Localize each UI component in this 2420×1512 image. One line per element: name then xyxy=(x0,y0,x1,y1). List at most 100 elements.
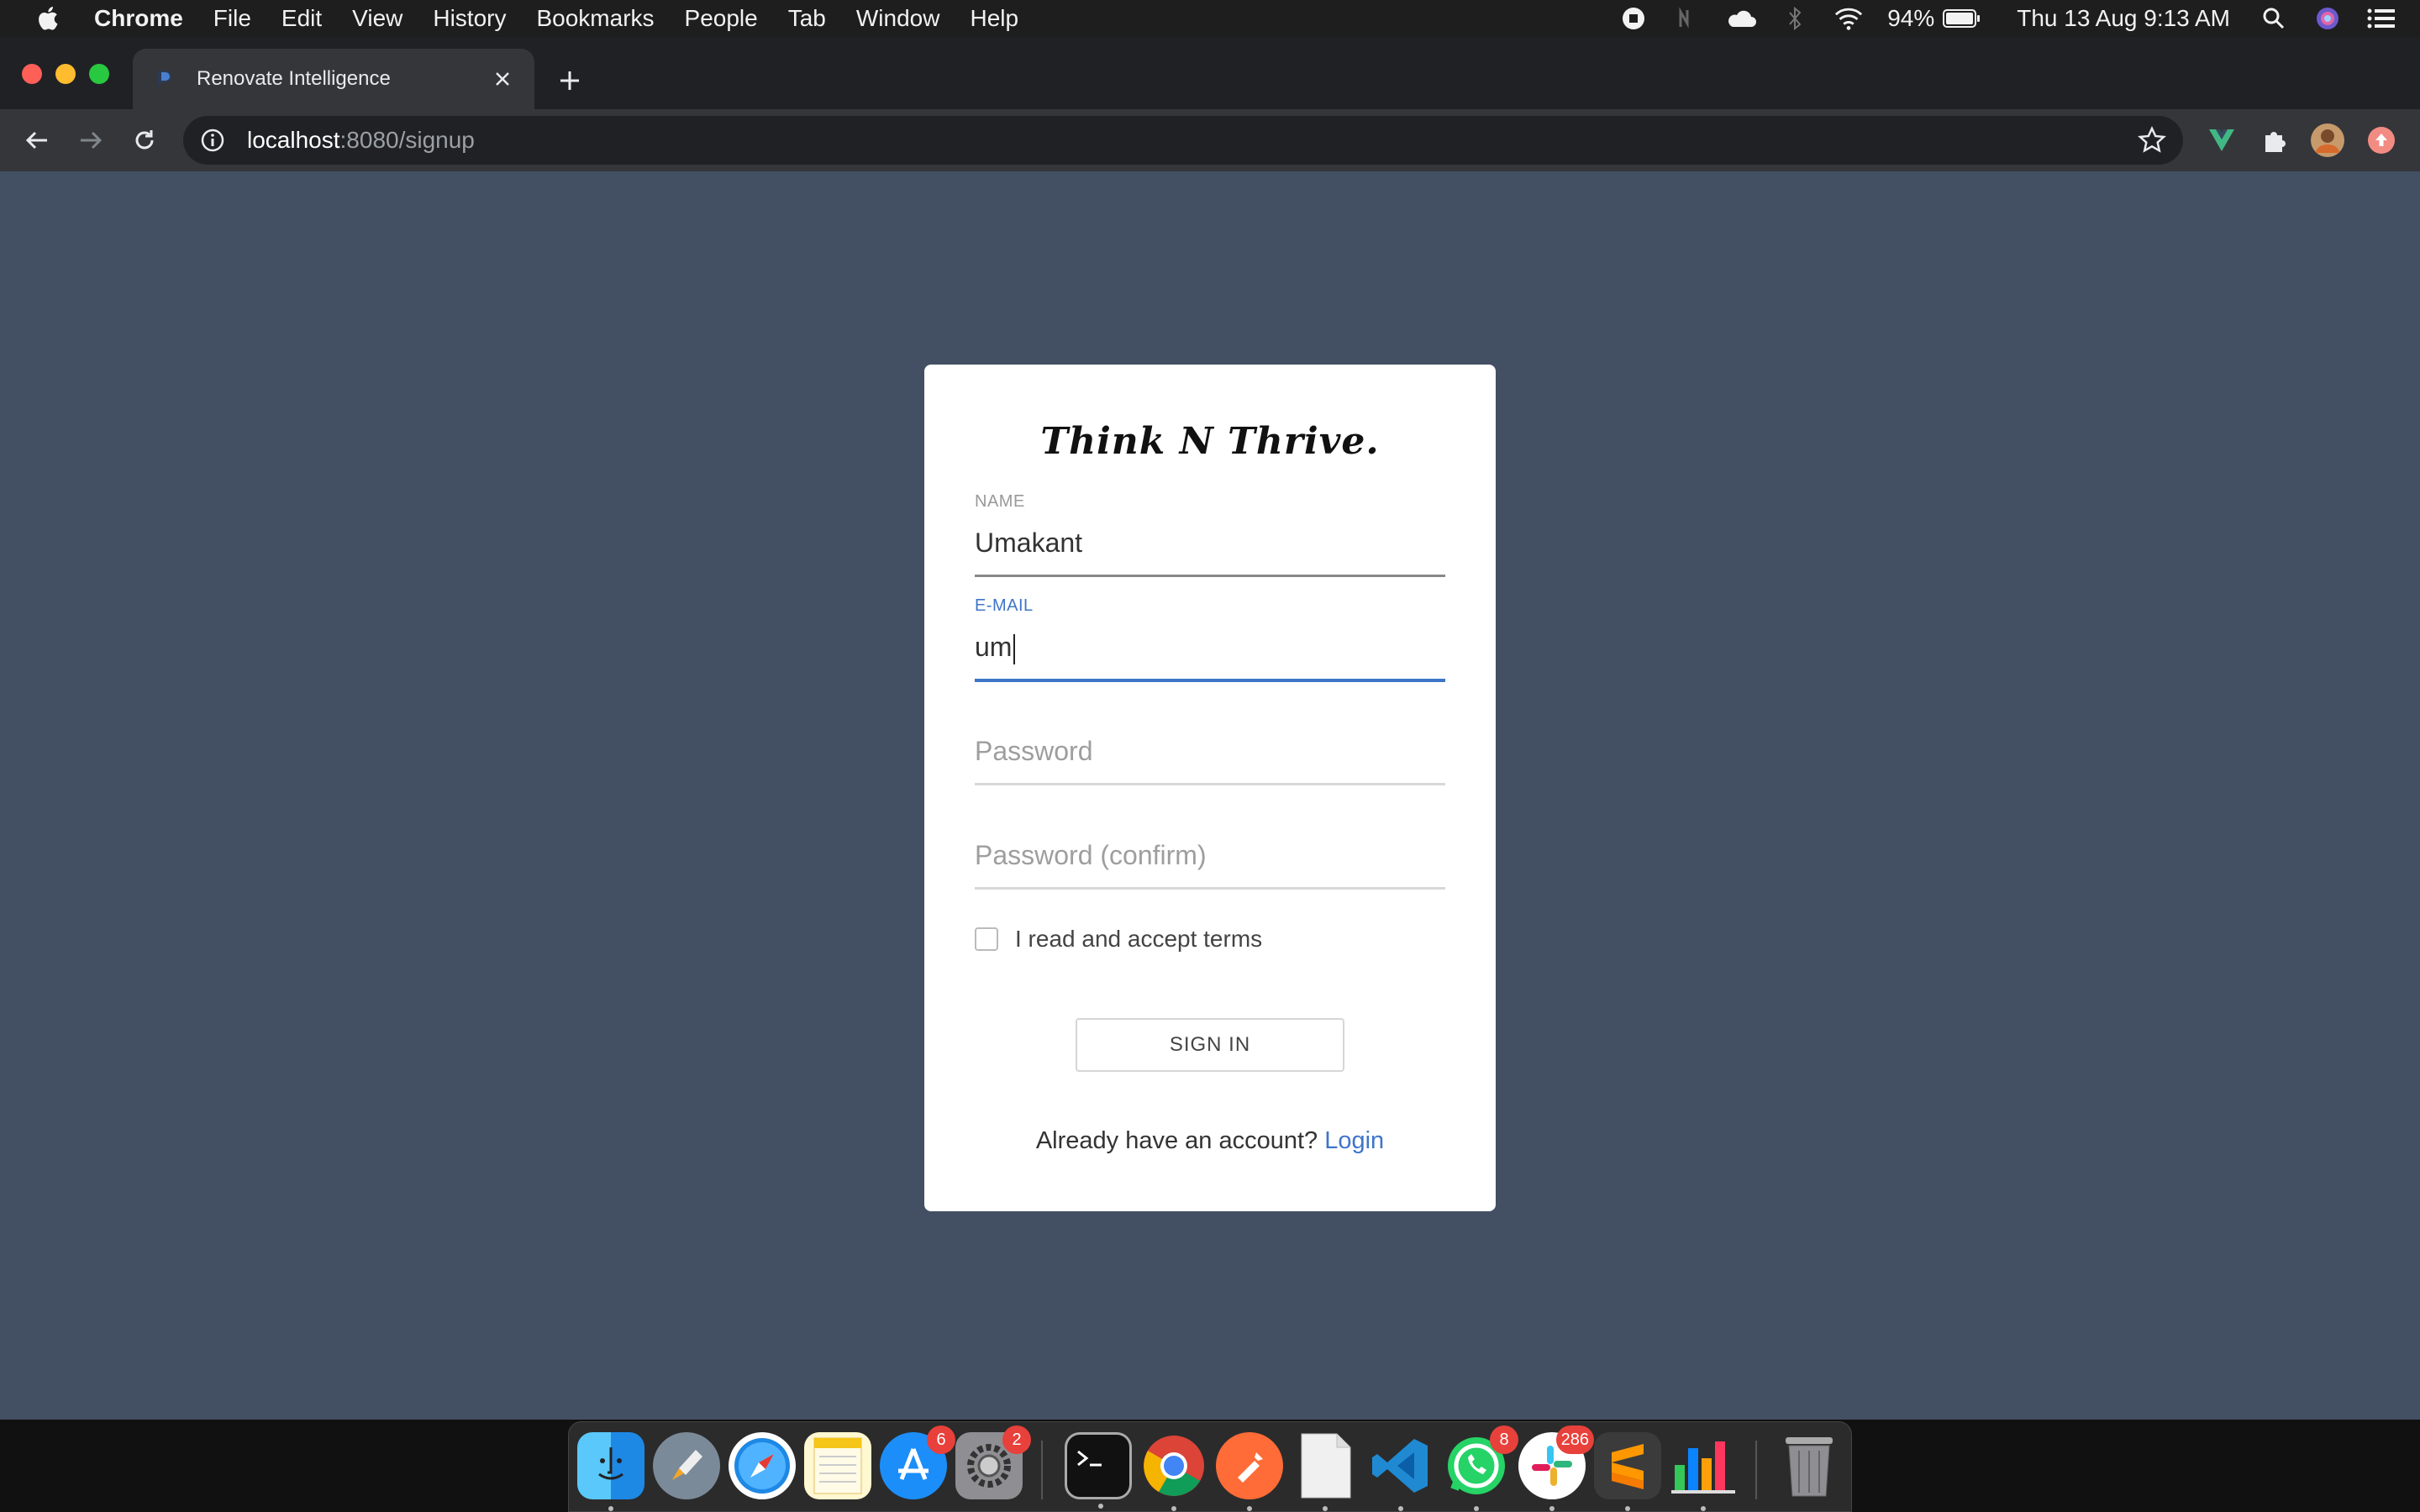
new-tab-icon[interactable] xyxy=(555,66,585,96)
dock-file-icon[interactable] xyxy=(1292,1432,1359,1511)
menu-tab[interactable]: Tab xyxy=(788,5,826,32)
brand-logo: Think N Thrive. xyxy=(1040,420,1380,463)
update-chrome-icon[interactable] xyxy=(2363,122,2400,159)
dock-vscode-icon[interactable] xyxy=(1367,1432,1434,1511)
password-confirm-input[interactable]: Password (confirm) xyxy=(975,840,1445,877)
reload-icon[interactable] xyxy=(126,122,163,159)
cloud-icon[interactable] xyxy=(1726,3,1757,34)
record-stop-icon[interactable] xyxy=(1618,3,1649,34)
login-prompt: Already have an account? Login xyxy=(924,1127,1496,1155)
site-favicon-icon xyxy=(158,71,171,87)
sign-in-button[interactable]: SIGN IN xyxy=(1076,1018,1344,1072)
dock-slack-icon[interactable]: 286 xyxy=(1518,1425,1594,1511)
terms-row[interactable]: I read and accept terms xyxy=(975,926,1262,953)
name-input[interactable]: Umakant xyxy=(975,528,1445,564)
terms-checkbox[interactable] xyxy=(975,927,998,951)
apple-icon[interactable] xyxy=(34,3,64,34)
window-close-button[interactable] xyxy=(22,64,42,84)
name-label: NAME xyxy=(975,492,1025,511)
running-indicator xyxy=(1625,1506,1630,1511)
dock-launchpad-icon[interactable] xyxy=(653,1432,720,1499)
menu-people[interactable]: People xyxy=(685,5,758,32)
network-activity-icon[interactable] xyxy=(1672,3,1702,34)
spotlight-search-icon[interactable] xyxy=(2259,3,2289,34)
password-confirm-field[interactable]: Password (confirm) xyxy=(975,805,1445,890)
password-confirm-underline xyxy=(975,887,1445,890)
signup-card: Think N Thrive. NAME Umakant E-MAIL um P… xyxy=(924,365,1496,1211)
profile-avatar[interactable] xyxy=(2309,122,2346,159)
password-field[interactable]: Password xyxy=(975,701,1445,785)
address-bar[interactable]: localhost:8080/signup xyxy=(183,116,2183,165)
page-viewport: Think N Thrive. NAME Umakant E-MAIL um P… xyxy=(0,171,2420,1420)
vue-devtools-icon[interactable] xyxy=(2203,122,2240,159)
running-indicator xyxy=(1098,1504,1103,1509)
password-label-spacer xyxy=(975,701,1445,721)
browser-toolbar: localhost:8080/signup xyxy=(0,109,2420,171)
extensions-puzzle-icon[interactable] xyxy=(2255,122,2292,159)
clock[interactable]: Thu 13 Aug 9:13 AM xyxy=(2017,5,2230,32)
password-underline xyxy=(975,783,1445,785)
running-indicator xyxy=(1247,1506,1252,1511)
dock-chrome-icon[interactable] xyxy=(1140,1432,1207,1511)
tab-strip: Renovate Intelligence xyxy=(0,37,2420,109)
dock: 6 2 8 286 xyxy=(568,1421,1852,1512)
menu-help[interactable]: Help xyxy=(970,5,1018,32)
email-label: E-MAIL xyxy=(975,596,1034,615)
site-info-icon[interactable] xyxy=(200,128,225,153)
menu-edit[interactable]: Edit xyxy=(281,5,322,32)
whatsapp-badge: 8 xyxy=(1490,1425,1518,1454)
slack-badge: 286 xyxy=(1555,1425,1594,1454)
name-underline xyxy=(975,575,1445,577)
dock-whatsapp-icon[interactable]: 8 xyxy=(1443,1425,1518,1511)
wifi-icon[interactable] xyxy=(1833,3,1864,34)
running-indicator xyxy=(1549,1506,1555,1511)
menu-history[interactable]: History xyxy=(433,5,506,32)
text-caret xyxy=(1013,633,1016,664)
menu-file[interactable]: File xyxy=(213,5,251,32)
system-preferences-badge: 2 xyxy=(1002,1425,1031,1454)
window-minimize-button[interactable] xyxy=(55,64,76,84)
dock-notes-icon[interactable] xyxy=(804,1432,871,1499)
dock-safari-icon[interactable] xyxy=(729,1432,796,1499)
running-indicator xyxy=(1171,1506,1176,1511)
running-indicator xyxy=(1398,1506,1403,1511)
battery-icon[interactable] xyxy=(1943,3,1981,34)
tab-close-icon[interactable] xyxy=(491,67,514,91)
running-indicator xyxy=(1474,1506,1479,1511)
url-path: :8080/signup xyxy=(339,127,475,153)
dock-terminal-icon[interactable] xyxy=(1065,1432,1132,1509)
tab-title: Renovate Intelligence xyxy=(197,67,391,90)
url-host: localhost xyxy=(247,127,340,153)
bluetooth-icon[interactable] xyxy=(1780,3,1810,34)
password-confirm-label-spacer xyxy=(975,805,1445,825)
dock-numbers-icon[interactable] xyxy=(1670,1432,1737,1511)
dock-trash-icon[interactable] xyxy=(1776,1432,1843,1499)
dock-system-preferences-icon[interactable]: 2 xyxy=(955,1425,1031,1499)
menu-bookmarks[interactable]: Bookmarks xyxy=(536,5,654,32)
dock-finder-icon[interactable] xyxy=(577,1432,644,1511)
tab-renovate-intelligence[interactable]: Renovate Intelligence xyxy=(133,49,534,109)
window-maximize-button[interactable] xyxy=(89,64,109,84)
password-input[interactable]: Password xyxy=(975,736,1445,773)
forward-arrow-icon[interactable] xyxy=(72,122,109,159)
dock-separator xyxy=(1755,1441,1757,1499)
name-field[interactable]: NAME Umakant xyxy=(975,492,1445,577)
dock-postman-icon[interactable] xyxy=(1216,1432,1283,1511)
menu-app-name[interactable]: Chrome xyxy=(94,5,183,32)
email-field[interactable]: E-MAIL um xyxy=(975,596,1445,682)
siri-icon[interactable] xyxy=(2312,3,2343,34)
running-indicator xyxy=(1323,1506,1328,1511)
dock-sublime-text-icon[interactable] xyxy=(1594,1432,1661,1511)
menu-window[interactable]: Window xyxy=(856,5,940,32)
menu-bar: Chrome File Edit View History Bookmarks … xyxy=(0,0,2420,37)
login-link[interactable]: Login xyxy=(1324,1127,1384,1154)
back-arrow-icon[interactable] xyxy=(18,122,55,159)
menu-view[interactable]: View xyxy=(352,5,402,32)
notification-center-icon[interactable] xyxy=(2366,3,2396,34)
dock-app-store-icon[interactable]: 6 xyxy=(880,1425,955,1499)
battery-percent[interactable]: 94% xyxy=(1887,5,1934,32)
email-input-value: um xyxy=(975,632,1013,662)
email-input[interactable]: um xyxy=(975,632,1445,669)
bookmark-star-icon[interactable] xyxy=(2138,126,2166,155)
terms-label[interactable]: I read and accept terms xyxy=(1015,926,1262,953)
